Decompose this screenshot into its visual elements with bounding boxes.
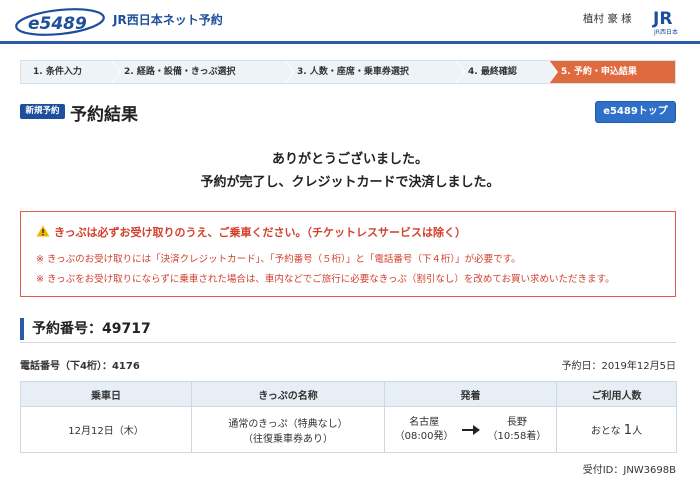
logo-text: e5489 [28,14,87,34]
site-title: JR西日本ネット予約 [113,13,223,27]
step-conditions: 1. 条件入力 [21,60,121,84]
completion-message: 予約が完了し、クレジットカードで決済しました。 [200,175,500,190]
notice-line: ※ きっぷをお受け取りにならずに乗車された場合は、車内などでご旅行に必要なきっぷ… [36,274,615,285]
col-header-passengers: ご利用人数 [556,381,677,407]
ride-date: 12月12日（木） [20,406,192,453]
notice-heading: きっぷは必ずお受け取りのうえ、ご乗車ください。（チケットレスサービスは除く） [36,224,466,240]
divider [20,342,676,343]
site-header: e5489 JR西日本ネット予約 植村 豪 様 JR JR西日本 [0,0,700,44]
new-reservation-badge: 新規予約 [20,104,65,119]
notice-line: ※ きっぷのお受け取りには「決済クレジットカード」、「予約番号（５桁）」と「電話… [36,254,521,265]
step-route: 2. 経路・設備・きっぷ選択 [112,60,294,84]
passenger-number: 1 [623,422,633,438]
receipt-id: 受付ID：JNW3698B [582,465,676,476]
ticket-pickup-notice: きっぷは必ずお受け取りのうえ、ご乗車ください。（チケットレスサービスは除く） ※… [20,211,676,297]
ticket-name-line: 通常のきっぷ（特典なし） [228,418,348,430]
warning-icon [36,225,50,237]
col-header-ticket: きっぷの名称 [191,381,385,407]
arrival-station: 長野 （10:58着） [488,416,547,444]
passenger-count: おとな 1人 [556,406,677,453]
notice-heading-text: きっぷは必ずお受け取りのうえ、ご乗車ください。（チケットレスサービスは除く） [54,226,467,239]
reservation-number: 予約番号：49717 [20,318,151,340]
table-row: 12月12日（木） 通常のきっぷ（特典なし） （往復乗車券あり） 名古屋 （08… [20,406,677,453]
e5489-logo[interactable]: e5489 [14,5,106,37]
arrow-right-icon [461,424,480,435]
step-confirm: 4. 最終確認 [456,60,558,84]
svg-text:JR: JR [652,9,672,29]
arrival-station-name: 長野 [506,416,527,428]
user-name: 植村 豪 様 [583,13,632,25]
step-result: 5. 予約・申込結果 [549,61,675,83]
jr-logo-caption: JR西日本 [653,28,678,36]
col-header-date: 乗車日 [20,381,192,407]
page-title: 予約結果 [70,105,138,125]
col-header-route: 発着 [384,381,557,407]
ticket-note: （往復乗車券あり） [243,433,333,445]
departure-time: （08:00発） [394,430,454,442]
step-passengers: 3. 人数・座席・乗車券選択 [285,60,465,84]
phone-last-digits: 電話番号（下4桁）：4176 [20,361,140,372]
passenger-type: おとな [590,425,621,437]
thanks-message: ありがとうございました。 [271,152,428,167]
departure-station: 名古屋 （08:00発） [395,416,454,444]
ticket-name: 通常のきっぷ（特典なし） （往復乗車券あり） [191,406,385,453]
passenger-unit: 人 [632,425,643,437]
reservation-table: 乗車日 きっぷの名称 発着 ご利用人数 12月12日（木） 通常のきっぷ（特典な… [20,381,677,453]
route-cell: 名古屋 （08:00発） 長野 （10:58着） [384,406,557,453]
reservation-date: 予約日：2019年12月5日 [561,361,676,372]
progress-steps: 1. 条件入力 2. 経路・設備・きっぷ選択 3. 人数・座席・乗車券選択 4.… [20,60,676,84]
jr-west-logo: JR JR西日本 [651,6,685,36]
arrival-time: （10:58着） [487,430,547,442]
departure-station-name: 名古屋 [409,416,440,428]
e5489-top-button[interactable]: e5489トップ [595,101,676,123]
